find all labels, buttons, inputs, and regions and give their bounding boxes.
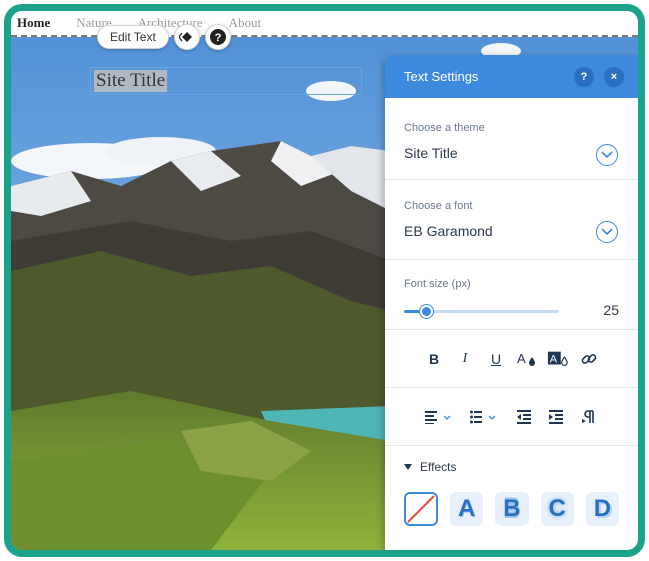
increase-indent-icon (549, 409, 564, 424)
text-direction-button[interactable] (578, 406, 600, 428)
chevron-down-icon (601, 151, 613, 159)
panel-close-button[interactable]: × (604, 66, 624, 87)
theme-section: Choose a theme Site Title (385, 98, 638, 180)
highlight-letter: A (550, 353, 558, 365)
text-direction-icon (582, 409, 594, 423)
italic-button[interactable]: I (454, 348, 476, 370)
help-icon: ? (209, 29, 226, 45)
theme-label: Choose a theme (404, 122, 485, 134)
screenshot-frame: Home Nature Architecture About Edit Text… (4, 4, 645, 557)
effect-option-b[interactable]: B (495, 492, 529, 526)
animation-button[interactable] (173, 24, 200, 50)
nav-item-home[interactable]: Home (17, 15, 50, 31)
panel-header: Text Settings ? × (385, 55, 638, 98)
link-button[interactable] (578, 348, 600, 370)
decrease-indent-icon (516, 409, 531, 424)
bullet-list-icon (469, 410, 496, 423)
effects-label: Effects (420, 460, 457, 474)
effects-toggle[interactable]: Effects (404, 460, 619, 474)
chevron-down-icon (601, 228, 613, 236)
svg-text:?: ? (214, 32, 221, 44)
panel-help-button[interactable]: ? (574, 66, 594, 87)
element-toolbar: Edit Text ? (97, 24, 231, 50)
effect-option-c[interactable]: C (540, 492, 574, 526)
highlight-color-button[interactable]: A (547, 348, 569, 370)
effect-option-d[interactable]: D (585, 492, 619, 526)
panel-title: Text Settings (404, 69, 479, 84)
align-left-icon (425, 410, 451, 424)
effects-section: Effects A B C D (385, 446, 638, 526)
font-size-value[interactable]: 25 (603, 302, 619, 318)
font-value[interactable]: EB Garamond (404, 223, 619, 239)
diamond-animation-icon (178, 32, 192, 42)
font-size-slider[interactable] (404, 305, 559, 318)
font-label: Choose a font (404, 200, 473, 212)
underline-button[interactable]: U (485, 348, 507, 370)
font-section: Choose a font EB Garamond (385, 180, 638, 260)
site-title-selection[interactable]: Site Title (90, 67, 362, 95)
paragraph-section (385, 388, 638, 446)
font-size-section: Font size (px) 25 (385, 260, 638, 330)
text-settings-panel: Text Settings ? × Choose a theme Site Ti… (385, 55, 638, 550)
paragraph-toolbar (404, 388, 619, 445)
link-icon (581, 353, 597, 364)
text-color-letter: A (517, 351, 526, 366)
bold-button[interactable]: B (423, 348, 445, 370)
font-size-label: Font size (px) (404, 278, 471, 290)
align-dropdown-button[interactable] (423, 406, 457, 428)
theme-value[interactable]: Site Title (404, 145, 619, 161)
edit-text-button[interactable]: Edit Text (97, 25, 169, 49)
hero-background: Home Nature Architecture About Edit Text… (11, 11, 638, 550)
effect-option-a[interactable]: A (450, 492, 484, 526)
highlight-color-icon: A (547, 351, 568, 366)
effects-options: A B C D (404, 492, 619, 526)
text-color-icon: A (517, 351, 535, 366)
text-format-toolbar: B I U A A (404, 330, 619, 387)
theme-dropdown-button[interactable] (596, 144, 618, 166)
site-title-text[interactable]: Site Title (94, 70, 168, 92)
no-effect-icon (407, 495, 435, 523)
help-button[interactable]: ? (204, 24, 231, 50)
text-format-section: B I U A A (385, 330, 638, 388)
text-color-button[interactable]: A (516, 348, 538, 370)
increase-indent-button[interactable] (545, 406, 567, 428)
effect-none-option[interactable] (404, 492, 438, 526)
caret-down-icon (404, 464, 412, 470)
font-size-slider-handle[interactable] (420, 305, 433, 318)
nav-item-about[interactable]: About (229, 15, 262, 31)
font-dropdown-button[interactable] (596, 221, 618, 243)
decrease-indent-button[interactable] (513, 406, 535, 428)
list-dropdown-button[interactable] (468, 406, 502, 428)
